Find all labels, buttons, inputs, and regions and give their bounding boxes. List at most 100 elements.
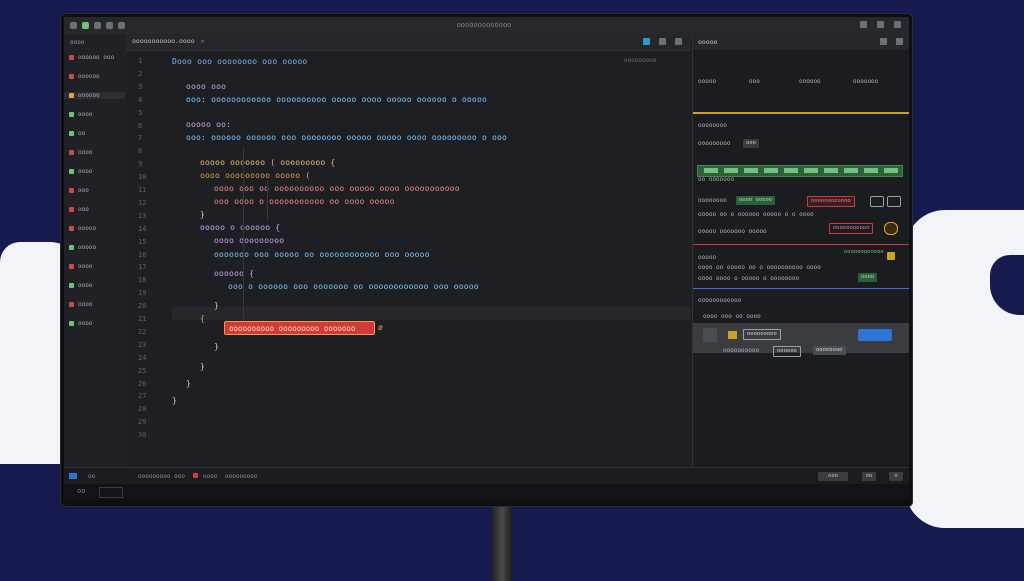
bottom-text: oo	[77, 487, 86, 495]
apply-button[interactable]	[858, 329, 892, 341]
section-title: oooooooo	[698, 122, 727, 129]
close-icon[interactable]	[894, 21, 901, 28]
status-button[interactable]: ooo	[818, 472, 848, 481]
sidebar-item[interactable]: oooo	[69, 111, 92, 118]
sidebar-item[interactable]: ooooo	[69, 244, 96, 251]
field-chip[interactable]: ooo	[743, 139, 759, 148]
grid-icon[interactable]	[703, 328, 717, 342]
sidebar-item[interactable]: oooooo ooo	[69, 54, 114, 61]
more-icon[interactable]	[675, 38, 682, 45]
line-number: 23	[138, 340, 147, 349]
toggle-icon[interactable]	[887, 196, 901, 207]
line-number: 3	[138, 82, 143, 91]
file-icon	[69, 55, 74, 60]
panel-pin-icon[interactable]	[880, 38, 887, 45]
sidebar-item[interactable]: oooooo	[64, 92, 125, 99]
file-icon	[69, 226, 74, 231]
sidebar-item-label: ooo	[78, 187, 89, 194]
code-line: }	[214, 301, 220, 310]
bottom-box	[99, 487, 123, 498]
line-number: 25	[138, 366, 147, 375]
line-number: 15	[138, 237, 147, 246]
file-icon	[69, 112, 74, 117]
line-number: 22	[138, 327, 147, 336]
sidebar-item[interactable]: oooo	[69, 282, 92, 289]
sidebar-item[interactable]: oooo	[69, 168, 92, 175]
status-text[interactable]: oo	[88, 473, 95, 480]
error-chip[interactable]: oooooooooooo	[807, 196, 855, 207]
line-number: 12	[138, 198, 147, 207]
line-number: 21	[138, 315, 147, 323]
line-number: 4	[138, 95, 143, 104]
field-label: ooooooooo	[698, 140, 731, 147]
tab-close-icon[interactable]: ×	[201, 37, 205, 45]
sidebar-item[interactable]: oooo	[69, 320, 92, 327]
panel-close-icon[interactable]	[896, 38, 903, 45]
error-marker-icon[interactable]: ø	[378, 323, 383, 332]
status-chip[interactable]: oooo	[858, 273, 878, 282]
section-title: oo ooooooo	[698, 176, 735, 183]
sidebar-item-label: oooo	[78, 320, 93, 327]
line-number: 14	[138, 224, 147, 233]
menu-icon[interactable]	[70, 22, 77, 29]
status-chip[interactable]: oooo ooooo	[736, 196, 776, 205]
line-number: 7	[138, 134, 143, 143]
sidebar-item-label: oooo	[78, 263, 93, 270]
row-label: oooooooooo	[723, 347, 760, 354]
editor-tab[interactable]: ooooooooooo.oooo ×	[132, 37, 205, 45]
sidebar-item-label: oooooo ooo	[78, 54, 115, 61]
error-highlight[interactable]: oooooooooo ooooooooo ooooooo	[224, 321, 375, 335]
code-line: }	[200, 210, 206, 219]
sidebar-item-label: oooooo	[78, 92, 100, 99]
lock-icon[interactable]	[887, 252, 895, 260]
menu-icon[interactable]	[94, 22, 101, 29]
section-subtitle: oooo ooo oo oooo	[703, 313, 761, 320]
split-editor-icon[interactable]	[643, 38, 650, 45]
layout-icon[interactable]	[659, 38, 666, 45]
warning-icon[interactable]	[884, 222, 898, 235]
sidebar-item-label: oooooo	[78, 73, 100, 80]
sidebar-item[interactable]: oooooo	[69, 73, 100, 80]
status-button[interactable]: o	[889, 472, 903, 481]
sidebar-item[interactable]: oooo	[69, 263, 92, 270]
panel-tab[interactable]: ooooooo	[853, 78, 878, 85]
menu-icon[interactable]	[118, 22, 125, 29]
folder-icon[interactable]	[728, 331, 737, 339]
line-number: 28	[138, 405, 147, 414]
menu-icon[interactable]	[82, 22, 89, 29]
breadcrumb[interactable]: ooooooooo	[624, 57, 657, 64]
minimize-icon[interactable]	[860, 21, 867, 28]
code-editor[interactable]: 1 2 3 4 5 6 7 8 9 10 11 12 13 14 15 16 17 18 19 20 21 22 23 24 2…	[126, 51, 691, 467]
code-line: oooo ooo oo oooooooooo ooo ooooo oooo oo…	[214, 184, 460, 193]
row-chip[interactable]: ooooooooo	[743, 329, 781, 340]
line-number-gutter: 1 2 3 4 5 6 7 8 9 10 11 12 13 14 15 16 17 18 19 20 21 22 23 24 2…	[126, 51, 156, 467]
sidebar-item[interactable]: oooo	[69, 301, 92, 308]
status-text[interactable]: ooooooooo	[225, 473, 258, 480]
sidebar-item[interactable]: ooo	[69, 206, 89, 213]
maximize-icon[interactable]	[877, 21, 884, 28]
panel-tab[interactable]: oooooo	[799, 78, 821, 85]
warning-chip[interactable]: ooooooooooo	[829, 223, 874, 234]
error-count-icon[interactable]	[193, 473, 198, 478]
ok-chip[interactable]: oooooooooooo	[841, 248, 887, 257]
file-icon	[69, 264, 74, 269]
sidebar-item[interactable]: ooooo	[69, 225, 96, 232]
status-text[interactable]: oooo	[203, 473, 217, 480]
line-number: 10	[138, 173, 147, 182]
panel-tab[interactable]: ooooo	[698, 78, 716, 85]
sidebar-item[interactable]: oooo	[69, 149, 92, 156]
git-branch-icon[interactable]	[69, 473, 77, 479]
status-text[interactable]: ooooooooo ooo	[138, 473, 185, 480]
code-line: oooo ooooooooo	[214, 236, 285, 245]
menu-icon[interactable]	[106, 22, 113, 29]
settings-icon[interactable]	[870, 196, 884, 207]
window-menu-icons[interactable]	[70, 22, 125, 29]
status-button[interactable]: oo	[862, 472, 876, 481]
sidebar-item[interactable]: oo	[69, 130, 85, 137]
sidebar-item[interactable]: ooo	[69, 187, 89, 194]
row-chip[interactable]: oooooo	[773, 346, 801, 357]
indent-guide	[267, 181, 268, 221]
panel-tab[interactable]: ooo	[749, 78, 760, 85]
code-line: {	[200, 314, 206, 323]
sidebar-item-label: oooo	[78, 149, 93, 156]
